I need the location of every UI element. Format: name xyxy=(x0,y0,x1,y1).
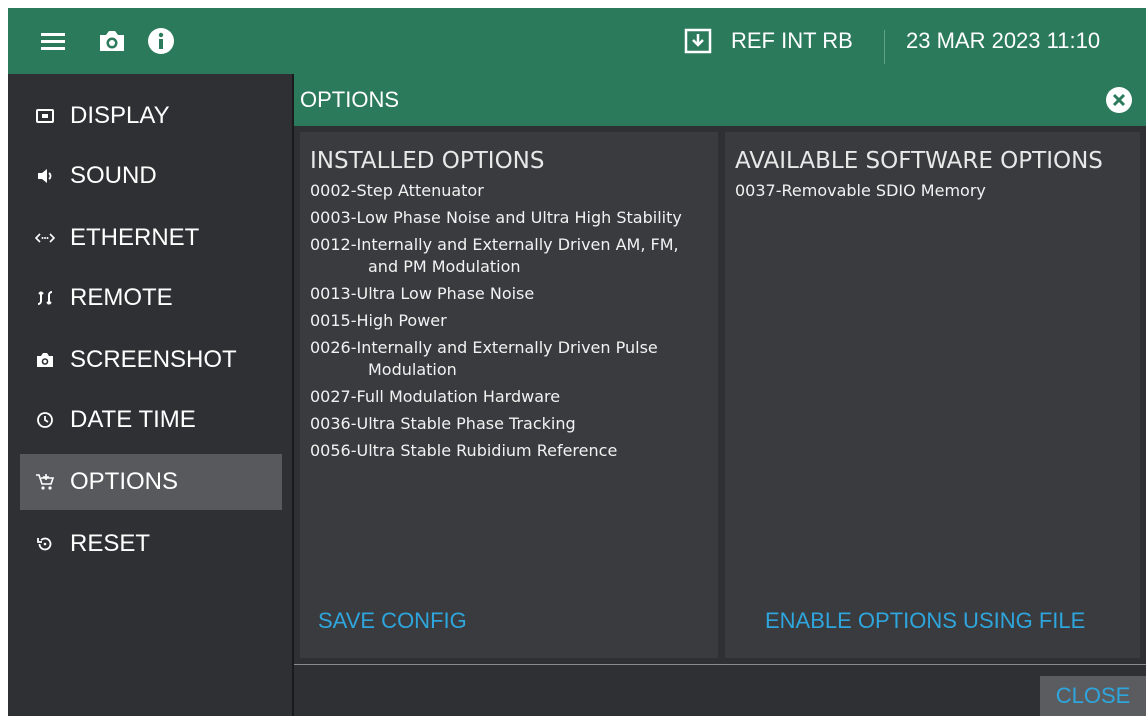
reference-status: REF INT RB xyxy=(731,28,853,53)
ethernet-icon xyxy=(20,232,70,244)
sidebar-item-options[interactable]: OPTIONS xyxy=(20,454,282,510)
sidebar-item-label: OPTIONS xyxy=(70,468,179,495)
sidebar-item-sound[interactable]: SOUND xyxy=(20,148,282,204)
sidebar-item-label: SCREENSHOT xyxy=(70,346,237,373)
sound-icon xyxy=(20,168,70,184)
installed-options-list: 0002-Step Attenuator 0003-Low Phase Nois… xyxy=(310,180,710,467)
list-item: 0015-High Power xyxy=(310,311,447,330)
list-item: 0056-Ultra Stable Rubidium Reference xyxy=(310,441,618,460)
options-icon xyxy=(20,473,70,491)
sidebar-item-remote[interactable]: REMOTE xyxy=(20,270,282,326)
top-bar: REF INT RB 23 MAR 2023 11:10 xyxy=(8,8,1146,74)
download-icon[interactable] xyxy=(680,8,716,74)
sidebar-item-label: RESET xyxy=(70,530,151,557)
list-item: 0002-Step Attenuator xyxy=(310,181,484,200)
installed-options-panel: INSTALLED OPTIONS 0002-Step Attenuator 0… xyxy=(300,132,718,658)
sidebar-item-screenshot[interactable]: SCREENSHOT xyxy=(20,332,282,388)
list-item: 0036-Ultra Stable Phase Tracking xyxy=(310,414,576,433)
sidebar-item-ethernet[interactable]: ETHERNET xyxy=(20,210,282,266)
status-divider xyxy=(884,30,885,64)
divider xyxy=(294,664,1146,665)
sidebar-item-reset[interactable]: RESET xyxy=(20,516,282,572)
close-icon[interactable] xyxy=(1106,87,1132,113)
list-item: 0013-Ultra Low Phase Noise xyxy=(310,284,535,303)
sidebar-item-label: DATE TIME xyxy=(70,406,196,433)
sidebar-item-label: SOUND xyxy=(70,162,157,189)
page-title: OPTIONS xyxy=(300,87,400,112)
clock-icon xyxy=(20,411,70,429)
sidebar-item-label: REMOTE xyxy=(70,284,173,311)
sidebar-item-label: ETHERNET xyxy=(70,224,200,251)
available-options-title: AVAILABLE SOFTWARE OPTIONS xyxy=(735,148,1103,174)
enable-options-button[interactable]: ENABLE OPTIONS USING FILE xyxy=(765,608,1085,634)
list-item: 0026-Internally and Externally Driven Pu… xyxy=(310,338,658,379)
camera-icon xyxy=(20,352,70,368)
available-options-list: 0037-Removable SDIO Memory xyxy=(735,180,1135,207)
reset-icon xyxy=(20,535,70,553)
close-button[interactable]: CLOSE xyxy=(1040,676,1146,716)
options-dialog: OPTIONS INSTALLED OPTIONS 0002-Step Atte… xyxy=(294,74,1146,716)
options-header: OPTIONS xyxy=(294,74,1146,126)
save-config-button[interactable]: SAVE CONFIG xyxy=(318,608,467,634)
sidebar-item-date-time[interactable]: DATE TIME xyxy=(20,392,282,448)
menu-icon[interactable] xyxy=(34,8,72,74)
list-item: 0027-Full Modulation Hardware xyxy=(310,387,561,406)
camera-icon[interactable] xyxy=(94,8,130,74)
info-icon[interactable] xyxy=(144,8,178,74)
sidebar: DISPLAY SOUND ETHERNET REMOTE SCREENSHOT… xyxy=(8,74,292,716)
available-options-panel: AVAILABLE SOFTWARE OPTIONS 0037-Removabl… xyxy=(725,132,1140,658)
list-item: 0037-Removable SDIO Memory xyxy=(735,181,986,200)
installed-options-title: INSTALLED OPTIONS xyxy=(310,148,545,174)
sidebar-item-display[interactable]: DISPLAY xyxy=(20,88,282,144)
datetime-display: 23 MAR 2023 11:10 xyxy=(906,28,1101,53)
list-item: 0012-Internally and Externally Driven AM… xyxy=(310,235,679,276)
list-item: 0003-Low Phase Noise and Ultra High Stab… xyxy=(310,208,682,227)
remote-icon xyxy=(20,289,70,307)
sidebar-item-label: DISPLAY xyxy=(70,102,170,129)
display-icon xyxy=(20,109,70,123)
